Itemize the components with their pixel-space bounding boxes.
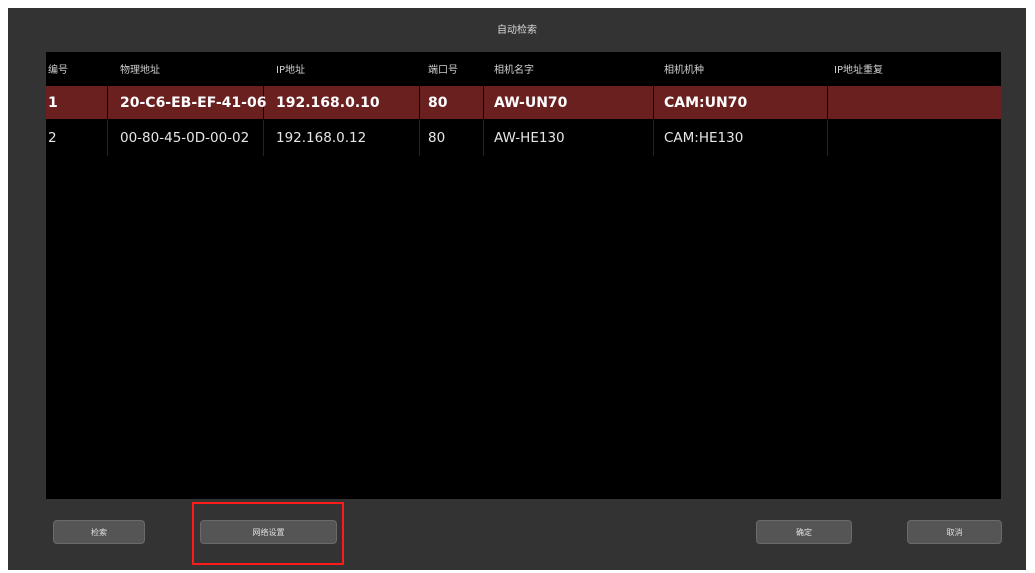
cancel-button[interactable]: 取消 bbox=[907, 520, 1002, 544]
table-header: 编号 物理地址 IP地址 端口号 相机名字 相机机种 IP地址重复 bbox=[46, 52, 1001, 84]
search-button[interactable]: 检索 bbox=[53, 520, 145, 544]
cell-port: 80 bbox=[420, 86, 484, 119]
cell-number: 1 bbox=[46, 86, 108, 119]
camera-list-table[interactable]: 编号 物理地址 IP地址 端口号 相机名字 相机机种 IP地址重复 1 20-C… bbox=[46, 52, 1001, 499]
cell-camera-model: CAM:UN70 bbox=[654, 86, 828, 119]
column-header-camera-model[interactable]: 相机机种 bbox=[654, 52, 828, 84]
column-header-port[interactable]: 端口号 bbox=[420, 52, 484, 84]
cell-mac-address: 20-C6-EB-EF-41-06 bbox=[108, 86, 266, 119]
cell-number: 2 bbox=[46, 120, 108, 156]
cell-camera-name: AW-UN70 bbox=[484, 86, 654, 119]
cell-port: 80 bbox=[420, 120, 484, 156]
table-row-selected[interactable]: 1 20-C6-EB-EF-41-06 192.168.0.10 80 AW-U… bbox=[46, 86, 1001, 119]
cell-ip-address: 192.168.0.10 bbox=[264, 86, 420, 119]
cell-camera-name: AW-HE130 bbox=[484, 120, 654, 156]
column-header-ip-duplicate[interactable]: IP地址重复 bbox=[828, 52, 1001, 84]
cell-ip-address: 192.168.0.12 bbox=[264, 120, 420, 156]
cell-ip-duplicate bbox=[828, 86, 1001, 119]
column-header-number[interactable]: 编号 bbox=[46, 52, 108, 84]
column-header-ip-address[interactable]: IP地址 bbox=[264, 52, 420, 84]
table-row[interactable]: 2 00-80-45-0D-00-02 192.168.0.12 80 AW-H… bbox=[46, 120, 1001, 156]
ok-button[interactable]: 确定 bbox=[756, 520, 852, 544]
network-settings-button[interactable]: 网络设置 bbox=[200, 520, 337, 544]
cell-camera-model: CAM:HE130 bbox=[654, 120, 828, 156]
cell-ip-duplicate bbox=[828, 120, 1001, 156]
column-header-camera-name[interactable]: 相机名字 bbox=[484, 52, 654, 84]
column-header-mac-address[interactable]: 物理地址 bbox=[108, 52, 264, 84]
cell-mac-address: 00-80-45-0D-00-02 bbox=[108, 120, 264, 156]
auto-search-dialog: 自动检索 编号 物理地址 IP地址 端口号 相机名字 相机机种 IP地址重复 1… bbox=[8, 8, 1026, 570]
dialog-title: 自动检索 bbox=[497, 25, 537, 36]
